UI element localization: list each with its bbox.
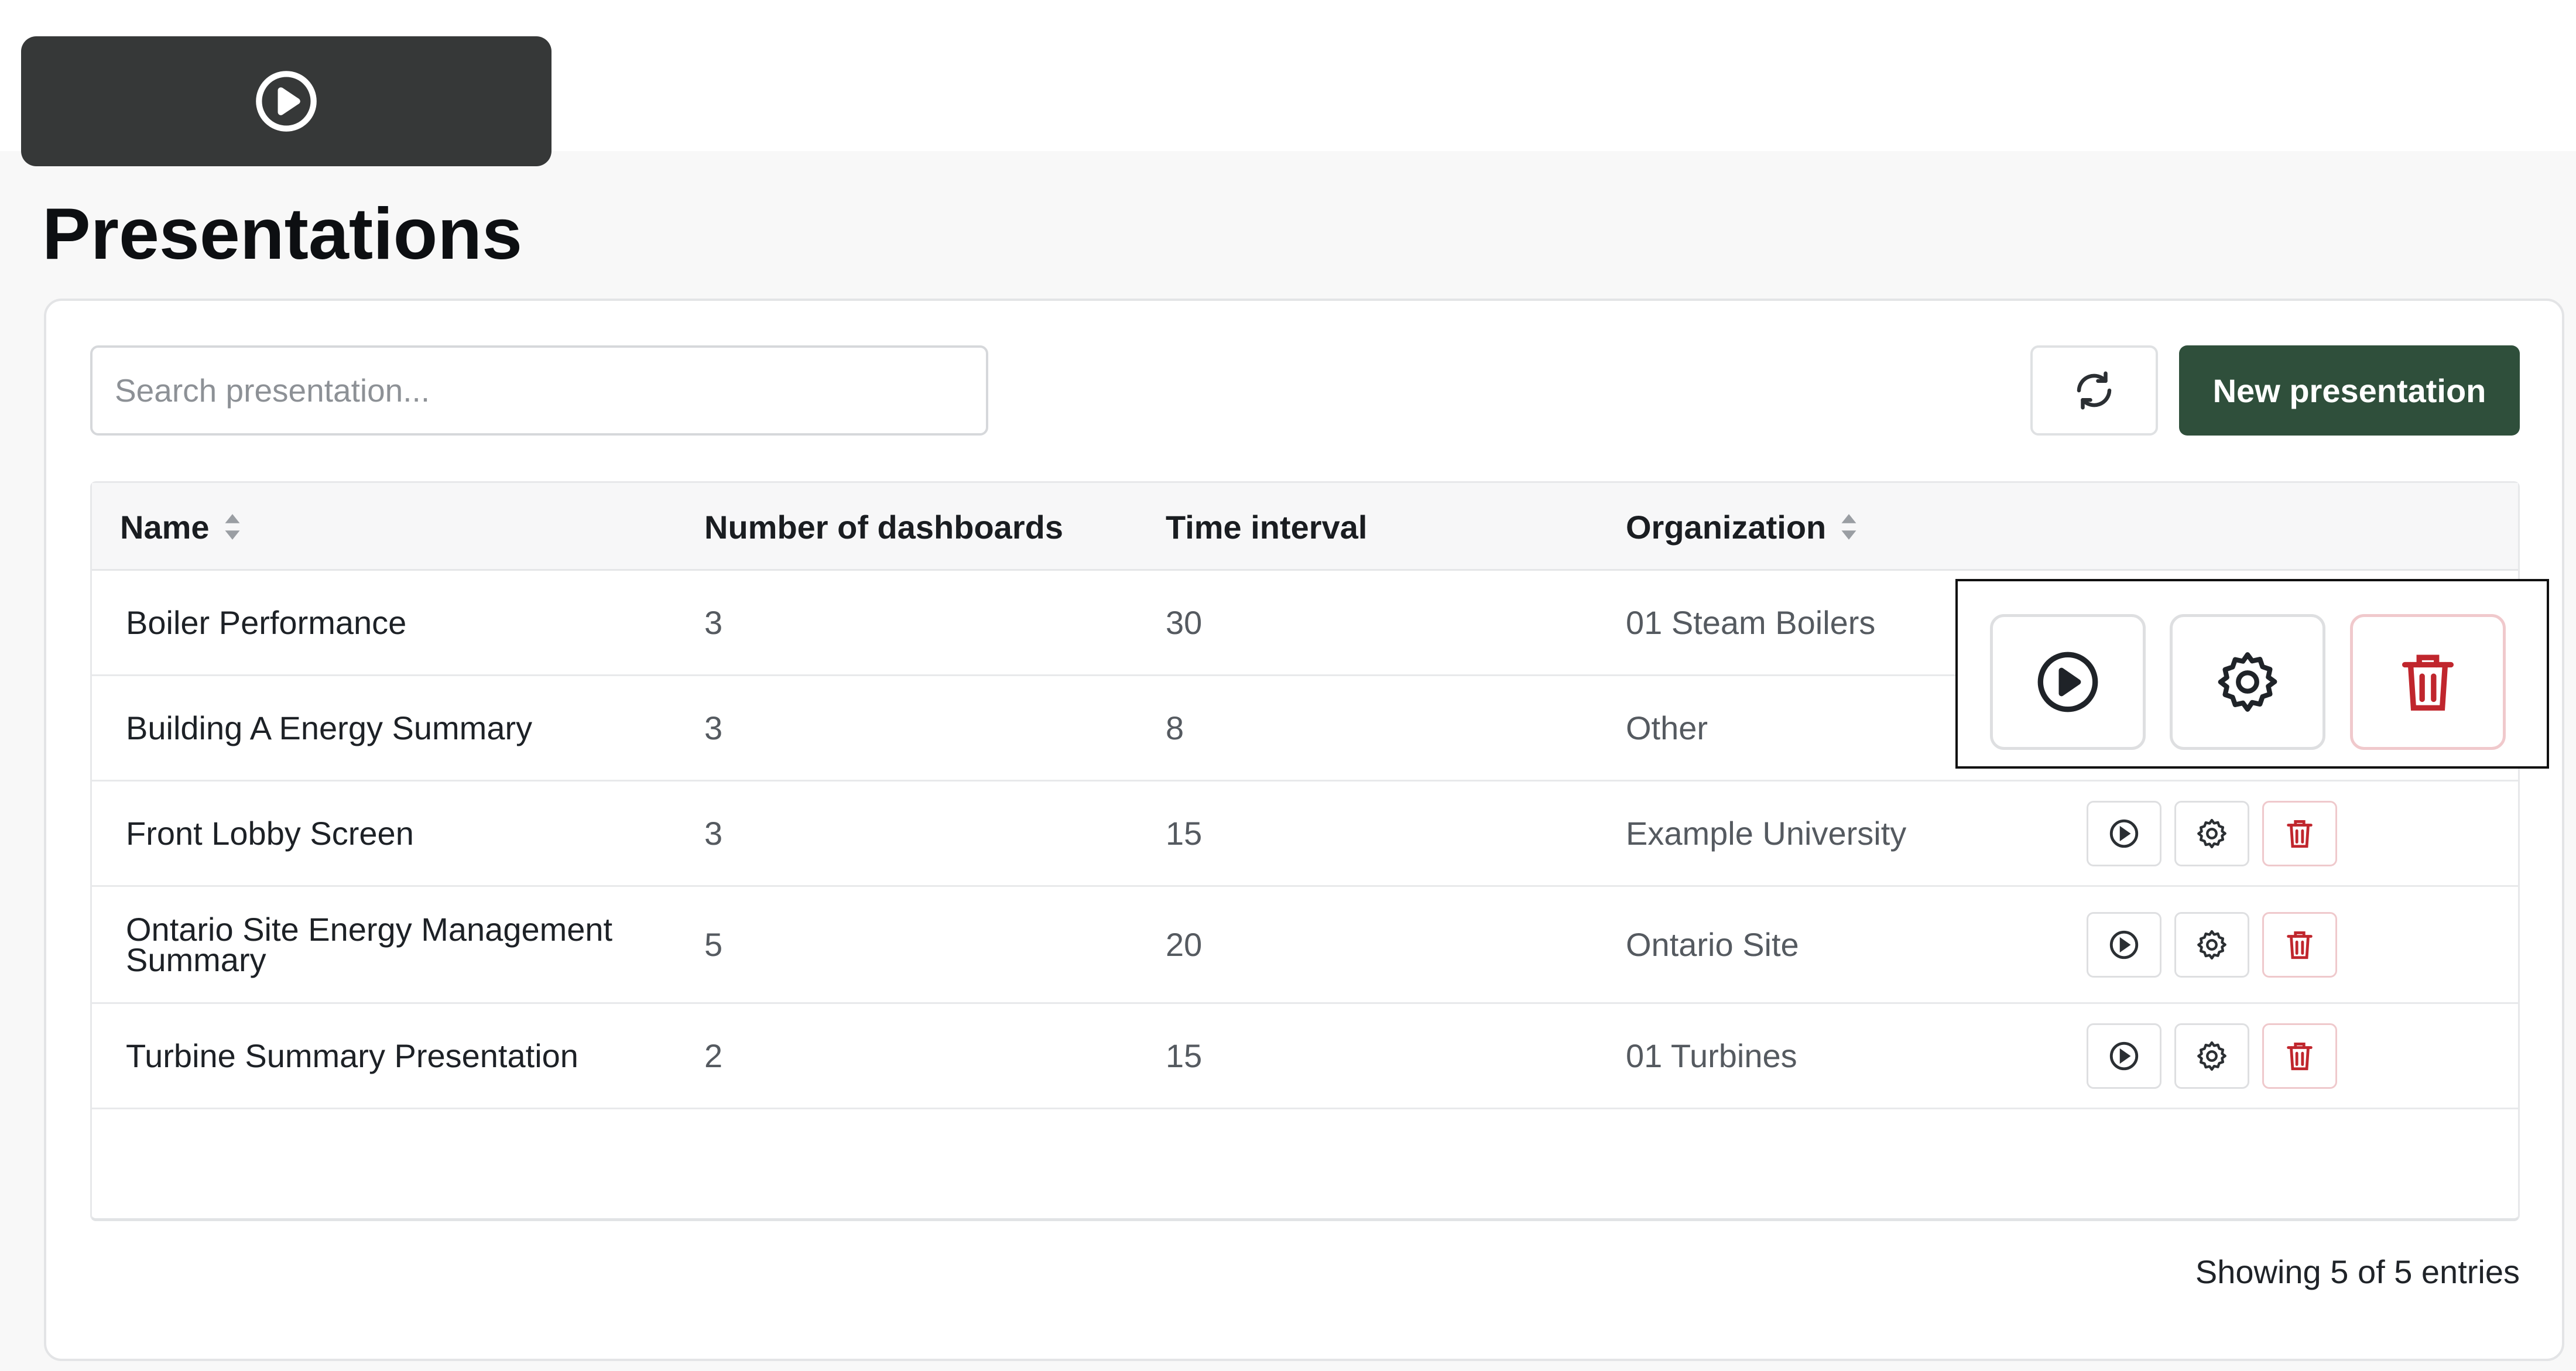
play-icon [2109,1041,2139,1070]
row-actions [2087,1004,2337,1108]
sort-icon [225,514,240,540]
column-header-label: Number of dashboards [704,508,1063,546]
refresh-icon [2077,371,2112,410]
column-header-label: Name [120,508,210,546]
gear-icon [2197,818,2226,848]
new-presentation-button[interactable]: New presentation [2179,345,2520,436]
settings-button[interactable] [2174,911,2249,978]
row-dashboards: 3 [704,815,723,852]
play-button[interactable] [1990,614,2146,750]
row-interval: 20 [1166,926,1203,963]
delete-button[interactable] [2350,614,2506,750]
sort-icon [1841,514,1856,540]
table-row: Front Lobby Screen 3 15 Example Universi… [92,782,2518,887]
row-dashboards: 3 [704,604,723,641]
column-header-name[interactable]: Name [120,483,242,571]
row-name[interactable]: Turbine Summary Presentation [126,1004,676,1108]
action-buttons-callout [1955,579,2549,769]
play-icon [2037,652,2098,712]
gear-icon [2197,930,2226,959]
column-header-label: Time interval [1166,508,1368,546]
table-header: Name Number of dashboards Time interval … [92,483,2518,571]
table-row: Turbine Summary Presentation 2 15 01 Tur… [92,1004,2518,1109]
search-input[interactable] [90,345,988,436]
row-name[interactable]: Boiler Performance [126,571,676,674]
delete-button[interactable] [2262,911,2337,978]
settings-button[interactable] [2170,614,2325,750]
gear-icon [2218,652,2277,712]
row-organization: 01 Steam Boilers [1626,604,1876,641]
row-interval: 15 [1166,1037,1203,1074]
row-actions [2087,887,2337,1002]
refresh-button[interactable] [2030,345,2158,436]
play-button[interactable] [2087,911,2161,978]
settings-button[interactable] [2174,800,2249,866]
row-organization: 01 Turbines [1626,1037,1797,1074]
column-header-interval: Time interval [1166,483,1367,571]
row-dashboards: 2 [704,1037,723,1074]
row-actions [2087,782,2337,885]
play-button[interactable] [2087,800,2161,866]
trash-icon [2287,820,2313,848]
row-name[interactable]: Building A Energy Summary [126,676,676,780]
row-organization: Example University [1626,815,1907,852]
row-interval: 8 [1166,710,1184,746]
row-interval: 30 [1166,604,1203,641]
play-button[interactable] [2087,1023,2161,1089]
row-name[interactable]: Ontario Site Energy Management Summary [126,887,676,1002]
trash-icon [2287,1042,2313,1070]
column-header-organization[interactable]: Organization [1626,483,1859,571]
table-row: Ontario Site Energy Management Summary 5… [92,887,2518,1004]
entries-count: Showing 5 of 5 entries [2195,1253,2520,1290]
trash-icon [2287,931,2313,959]
column-header-dashboards: Number of dashboards [704,483,1063,571]
page-title: Presentations [42,194,523,275]
play-icon [2109,930,2139,959]
row-interval: 15 [1166,815,1203,852]
row-organization: Other [1626,710,1708,746]
play-icon [2109,819,2139,848]
row-name[interactable]: Front Lobby Screen [126,782,676,885]
trash-icon [2402,654,2454,711]
row-dashboards: 3 [704,710,723,746]
column-header-label: Organization [1626,508,1827,546]
play-circle-icon [256,71,317,132]
gear-icon [2197,1041,2226,1071]
presentation-mode-tab[interactable] [21,36,551,166]
settings-button[interactable] [2174,1023,2249,1089]
row-organization: Ontario Site [1626,926,1799,963]
delete-button[interactable] [2262,1023,2337,1089]
delete-button[interactable] [2262,800,2337,866]
row-dashboards: 5 [704,926,723,963]
